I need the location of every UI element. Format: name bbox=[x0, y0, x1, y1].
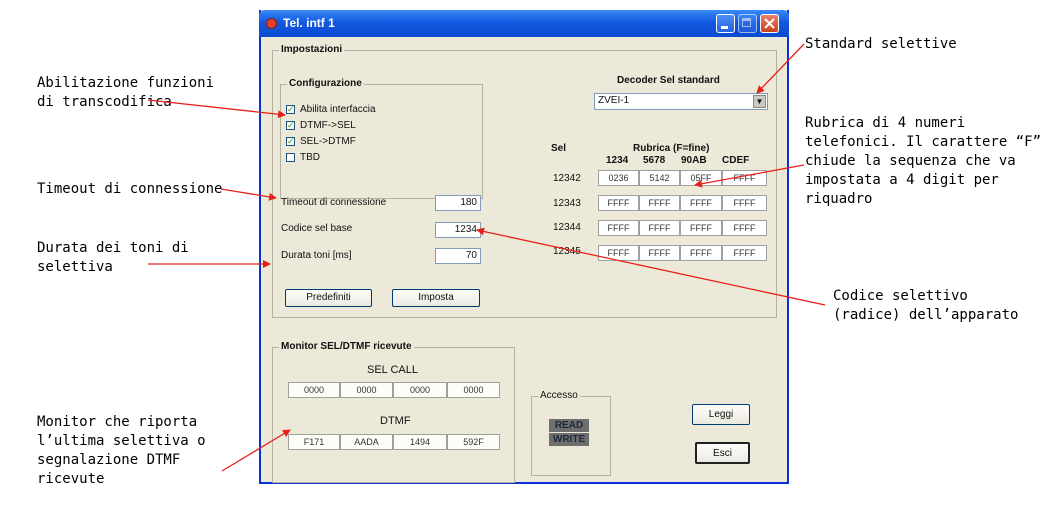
arrow-timeout bbox=[220, 188, 277, 201]
annotation-arrows bbox=[147, 43, 826, 472]
arrow-rubrica bbox=[694, 164, 805, 188]
arrow-abilitazione bbox=[147, 99, 286, 119]
arrow-monitor bbox=[221, 429, 291, 472]
arrow-standard bbox=[756, 43, 805, 94]
arrow-codice bbox=[476, 227, 826, 306]
